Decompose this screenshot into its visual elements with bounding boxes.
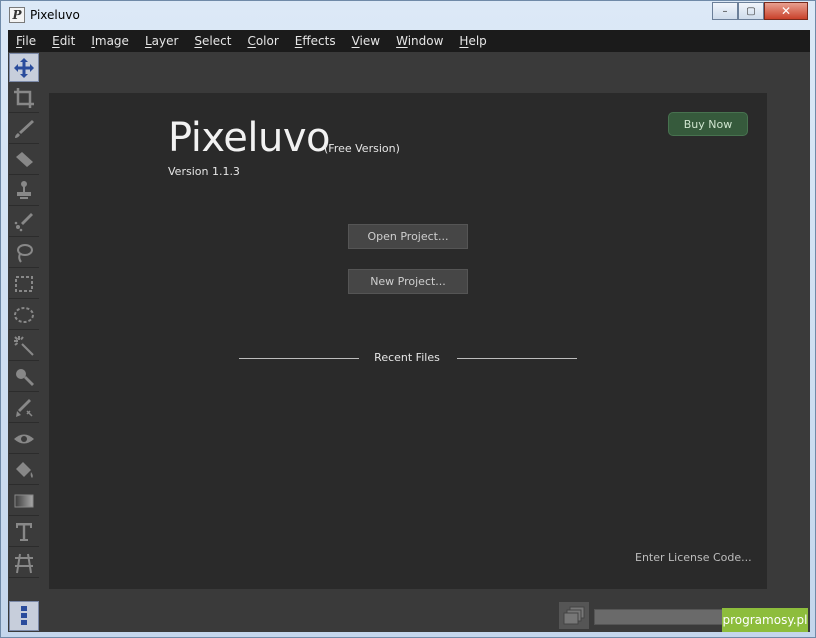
- menu-effects[interactable]: Effects: [287, 34, 344, 48]
- minimize-button[interactable]: –: [712, 2, 738, 20]
- panel-grip-icon: [21, 606, 27, 625]
- tool-move[interactable]: [9, 53, 39, 82]
- canvas-area: Pixeluvo (Free Version) Version 1.1.3 Bu…: [40, 52, 810, 600]
- panel-toggle-button[interactable]: [9, 601, 39, 631]
- menu-view[interactable]: View: [344, 34, 388, 48]
- layers-button[interactable]: [559, 602, 589, 629]
- tool-magic-wand[interactable]: [9, 332, 39, 361]
- smudge-icon: [14, 213, 33, 232]
- menu-file[interactable]: File: [8, 34, 44, 48]
- tool-rect-select[interactable]: [9, 270, 39, 299]
- paint-bucket-icon: [16, 462, 33, 478]
- tool-clone-stamp[interactable]: [9, 177, 39, 206]
- tool-smudge[interactable]: [9, 208, 39, 237]
- tool-red-eye[interactable]: [9, 425, 39, 454]
- tool-palette: [8, 52, 40, 600]
- version-label: Version 1.1.3: [168, 165, 240, 178]
- tool-eraser[interactable]: [9, 146, 39, 175]
- tool-perspective[interactable]: [9, 549, 39, 578]
- tool-text[interactable]: [9, 518, 39, 547]
- menu-image[interactable]: Image: [83, 34, 137, 48]
- tool-lasso[interactable]: [9, 239, 39, 268]
- tool-gradient[interactable]: [9, 487, 39, 516]
- recent-files-heading: Recent Files: [374, 351, 440, 364]
- tool-dodge[interactable]: [9, 363, 39, 392]
- menu-bar: File Edit Image Layer Select Color Effec…: [8, 30, 810, 52]
- crop-icon: [14, 88, 34, 108]
- burn-icon: [16, 399, 33, 417]
- tool-ellipse-select[interactable]: [9, 301, 39, 330]
- window-title: Pixeluvo: [30, 8, 80, 22]
- maximize-button[interactable]: ▢: [738, 2, 764, 20]
- lasso-icon: [17, 244, 33, 263]
- edition-label: (Free Version): [324, 142, 400, 155]
- status-bar: [8, 600, 810, 632]
- tool-brush[interactable]: [9, 115, 39, 144]
- welcome-panel: Pixeluvo (Free Version) Version 1.1.3 Bu…: [49, 93, 767, 589]
- clone-stamp-icon: [17, 181, 31, 199]
- menu-color[interactable]: Color: [239, 34, 286, 48]
- menu-select[interactable]: Select: [186, 34, 239, 48]
- dodge-icon: [16, 369, 34, 386]
- red-eye-icon: [14, 434, 34, 444]
- menu-window[interactable]: Window: [388, 34, 451, 48]
- enter-license-link[interactable]: Enter License Code...: [635, 551, 752, 564]
- title-bar[interactable]: P Pixeluvo – ▢ ✕: [1, 1, 815, 29]
- layers-icon: [563, 606, 585, 624]
- recent-files-divider-right: [457, 358, 577, 359]
- window-controls: – ▢ ✕: [712, 2, 808, 20]
- new-project-button[interactable]: New Project...: [348, 269, 468, 294]
- tool-crop[interactable]: [9, 84, 39, 113]
- magic-wand-icon: [14, 336, 34, 356]
- tool-burn[interactable]: [9, 394, 39, 423]
- client-area: File Edit Image Layer Select Color Effec…: [8, 30, 810, 632]
- menu-edit[interactable]: Edit: [44, 34, 83, 48]
- move-icon: [14, 57, 34, 78]
- buy-now-button[interactable]: Buy Now: [668, 112, 748, 136]
- app-brand-title: Pixeluvo: [168, 115, 331, 161]
- ellipse-select-icon: [14, 307, 34, 323]
- application-window: P Pixeluvo – ▢ ✕ File Edit Image Layer S…: [0, 0, 816, 638]
- eraser-icon: [16, 152, 33, 167]
- open-project-button[interactable]: Open Project...: [348, 224, 468, 249]
- rect-select-icon: [15, 276, 33, 292]
- gradient-icon: [14, 494, 34, 508]
- brush-icon: [15, 120, 34, 138]
- watermark-badge: programosy.pl: [722, 608, 808, 632]
- menu-help[interactable]: Help: [451, 34, 494, 48]
- perspective-icon: [15, 553, 33, 574]
- tool-paint-bucket[interactable]: [9, 456, 39, 485]
- menu-layer[interactable]: Layer: [137, 34, 186, 48]
- recent-files-divider-left: [239, 358, 359, 359]
- close-button[interactable]: ✕: [764, 2, 808, 20]
- app-icon[interactable]: P: [9, 7, 25, 23]
- text-icon: [16, 523, 32, 541]
